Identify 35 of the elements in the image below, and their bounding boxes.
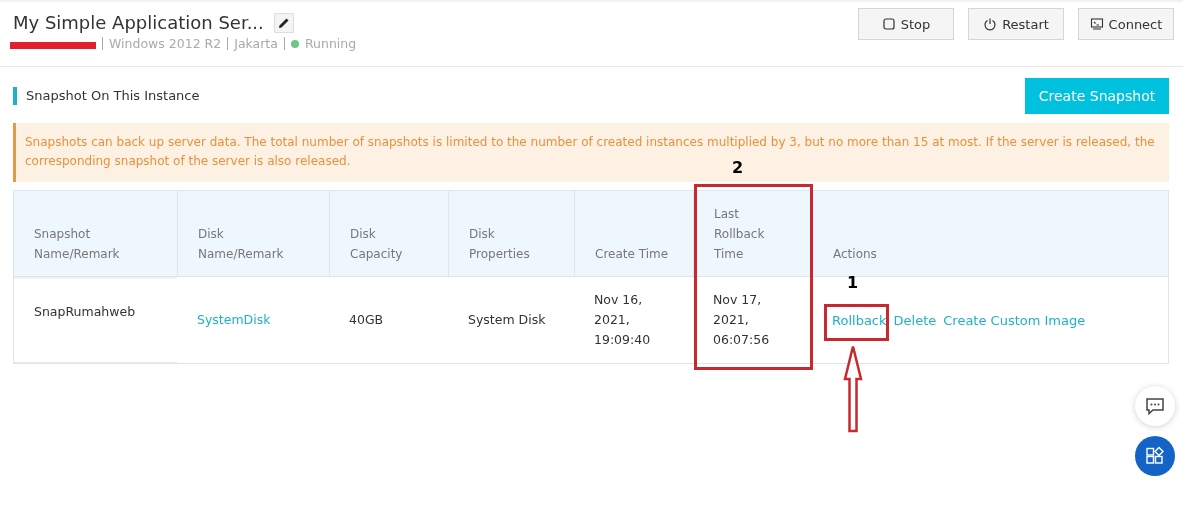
table-cell-text: 40GB: [348, 311, 385, 329]
table-cell: SnapRumahweb: [14, 277, 177, 363]
action-link[interactable]: Delete: [893, 312, 937, 328]
monitor-icon: [1089, 17, 1104, 31]
apps-icon: [1145, 446, 1165, 466]
action-link[interactable]: Create Custom Image: [943, 312, 1086, 328]
chat-icon: [1145, 396, 1165, 416]
restart-button[interactable]: Restart: [968, 8, 1064, 40]
column-header: Disk Name/Remark: [177, 191, 329, 277]
apps-button[interactable]: [1135, 436, 1175, 476]
column-header: Last Rollback Time: [693, 191, 812, 277]
power-icon: [983, 17, 998, 31]
annotation-number: 2: [732, 158, 744, 177]
connect-button[interactable]: Connect: [1078, 8, 1174, 40]
create-snapshot-button[interactable]: Create Snapshot: [1025, 78, 1169, 114]
section-title: Snapshot On This Instance: [13, 87, 200, 105]
column-header: Actions: [812, 191, 1168, 277]
disk-link[interactable]: SystemDisk: [197, 310, 271, 330]
chat-button[interactable]: [1135, 386, 1175, 426]
page-title: My Simple Application Ser...: [13, 12, 264, 33]
stop-button[interactable]: Stop: [858, 8, 954, 40]
column-header: Snapshot Name/Remark: [14, 191, 177, 277]
instance-detail: Jakarta: [234, 36, 278, 51]
action-link[interactable]: Rollback: [832, 312, 887, 328]
table-cell-text: Nov 17, 2021, 06:07:56: [712, 291, 771, 349]
highlight-box: [824, 304, 889, 341]
column-header: Disk Capacity: [329, 191, 448, 277]
edit-icon[interactable]: [273, 12, 294, 33]
stop-icon: [881, 17, 896, 31]
table-cell-text: Nov 16, 2021, 19:09:40: [593, 291, 652, 349]
status-label: Running: [304, 36, 357, 51]
instance-detail: Windows 2012 R2: [109, 36, 222, 51]
table-cell-text: System Disk: [467, 311, 547, 329]
column-header: Create Time: [574, 191, 693, 277]
column-header: Disk Properties: [448, 191, 574, 277]
